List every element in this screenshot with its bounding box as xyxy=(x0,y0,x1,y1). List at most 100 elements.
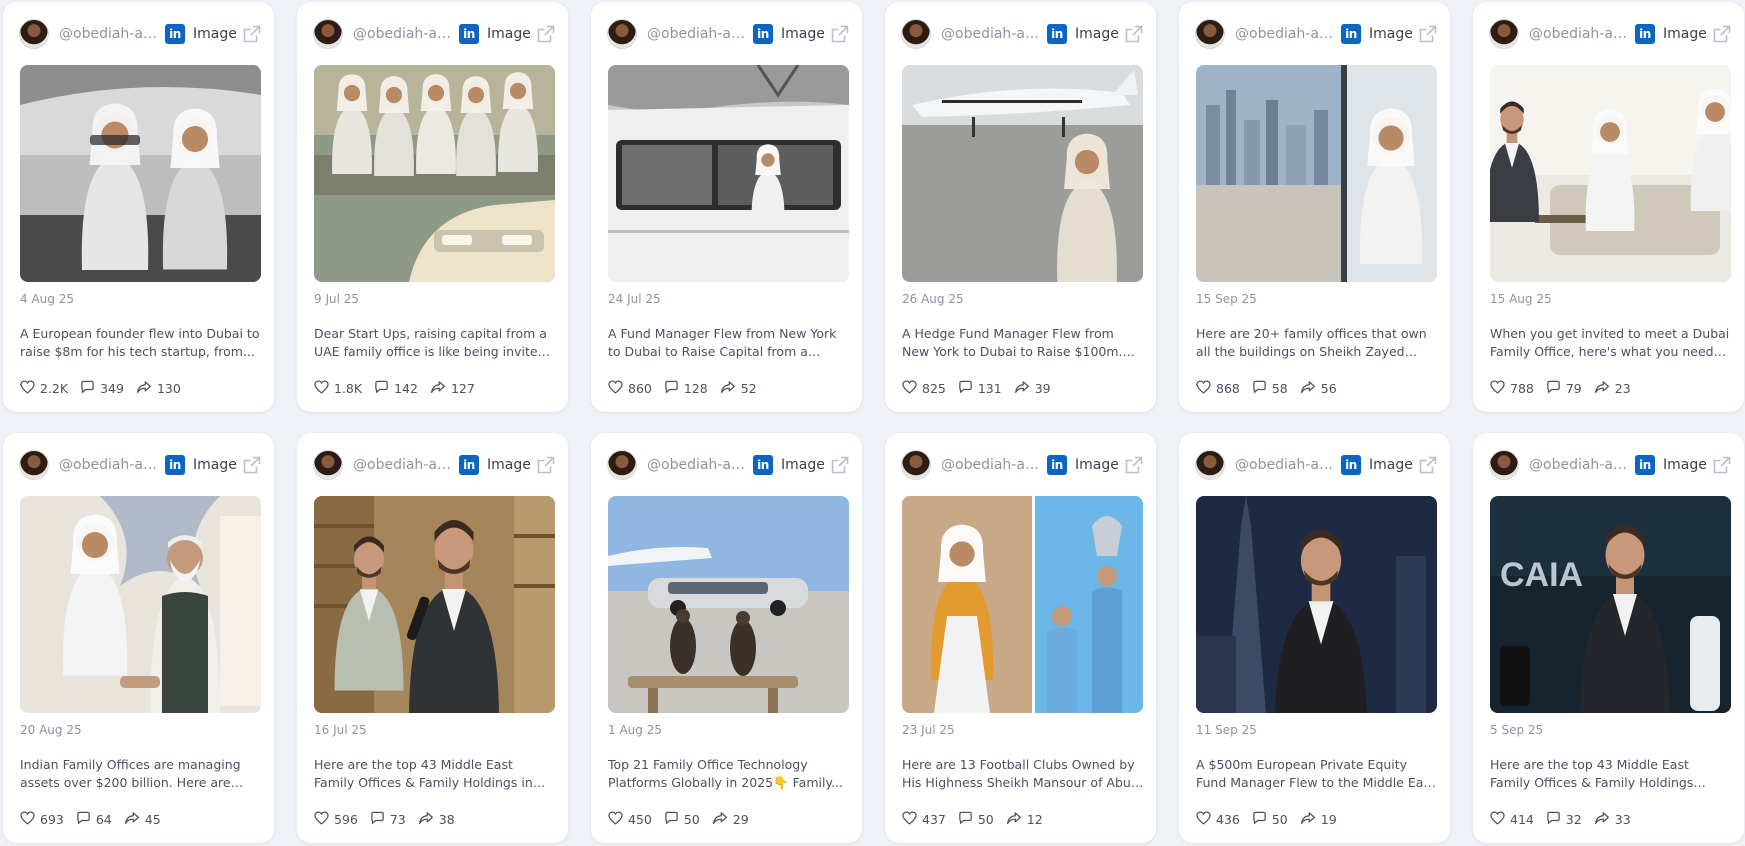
comments-stat: 79 xyxy=(1546,380,1582,397)
comment-icon xyxy=(80,380,100,397)
share-icon xyxy=(124,811,145,828)
author-handle[interactable]: @obediah-ay... xyxy=(647,26,747,42)
heart-icon xyxy=(1196,379,1216,397)
author-handle[interactable]: @obediah-ay... xyxy=(1235,457,1335,473)
comment-icon xyxy=(374,380,394,397)
post-card[interactable]: @obediah-ay... in Image 26 Aug 25 A Hedg… xyxy=(885,2,1156,412)
avatar[interactable] xyxy=(1489,450,1519,480)
external-link-icon[interactable] xyxy=(1712,455,1732,475)
comments-count: 128 xyxy=(683,380,708,396)
external-link-icon[interactable] xyxy=(242,455,262,475)
external-link-icon[interactable] xyxy=(830,455,850,475)
avatar[interactable] xyxy=(313,450,343,480)
shares-count: 45 xyxy=(144,811,161,827)
linkedin-icon: in xyxy=(1635,455,1655,475)
post-date: 24 Jul 25 xyxy=(608,292,661,306)
avatar[interactable] xyxy=(1195,19,1225,49)
external-link-icon[interactable] xyxy=(1124,24,1144,44)
shares-stat: 38 xyxy=(418,811,455,828)
external-link-icon[interactable] xyxy=(830,24,850,44)
post-card[interactable]: @obediah-ay... in Image CAIA 5 Sep 25 He… xyxy=(1473,433,1744,843)
avatar[interactable] xyxy=(313,19,343,49)
author-handle[interactable]: @obediah-ay... xyxy=(59,26,159,42)
svg-text:CAIA: CAIA xyxy=(1500,556,1583,594)
post-card[interactable]: @obediah-ay... in Image 15 Aug 25 When y… xyxy=(1473,2,1744,412)
post-image[interactable] xyxy=(314,65,555,282)
post-image[interactable]: CAIA xyxy=(1490,496,1731,713)
post-image[interactable] xyxy=(902,496,1143,713)
shares-stat: 56 xyxy=(1300,380,1337,397)
linkedin-icon: in xyxy=(1341,455,1361,475)
post-image[interactable] xyxy=(608,496,849,713)
avatar[interactable] xyxy=(1489,19,1519,49)
post-date: 16 Jul 25 xyxy=(314,723,367,737)
author-handle[interactable]: @obediah-ay... xyxy=(941,26,1041,42)
external-link-icon[interactable] xyxy=(1124,455,1144,475)
post-image[interactable] xyxy=(902,65,1143,282)
share-icon xyxy=(1594,811,1615,828)
external-link-icon[interactable] xyxy=(242,24,262,44)
author-handle[interactable]: @obediah-ay... xyxy=(1529,26,1629,42)
post-card[interactable]: @obediah-ay... in Image 11 Sep 25 A $500… xyxy=(1179,433,1450,843)
avatar[interactable] xyxy=(607,450,637,480)
likes-count: 414 xyxy=(1510,811,1534,827)
comments-count: 50 xyxy=(683,811,700,827)
avatar[interactable] xyxy=(901,19,931,49)
author-handle[interactable]: @obediah-ay... xyxy=(353,457,453,473)
external-link-icon[interactable] xyxy=(536,24,556,44)
avatar[interactable] xyxy=(19,19,49,49)
likes-stat: 2.2K xyxy=(20,379,68,397)
card-header: @obediah-ay... in Image xyxy=(607,449,850,481)
engagement-stats: 596 73 38 xyxy=(314,810,467,828)
likes-count: 596 xyxy=(334,811,358,827)
likes-count: 825 xyxy=(922,380,946,396)
post-image[interactable] xyxy=(608,65,849,282)
author-handle[interactable]: @obediah-ay... xyxy=(1529,457,1629,473)
author-handle[interactable]: @obediah-ay... xyxy=(59,457,159,473)
external-link-icon[interactable] xyxy=(536,455,556,475)
post-card[interactable]: @obediah-ay... in Image 15 Sep 25 Here a… xyxy=(1179,2,1450,412)
post-date: 23 Jul 25 xyxy=(902,723,955,737)
post-card[interactable]: @obediah-ay... in Image 1 Aug 25 Top 21 … xyxy=(591,433,862,843)
post-caption: A Fund Manager Flew from New York to Dub… xyxy=(608,326,837,359)
post-card[interactable]: @obediah-ay... in Image 4 Aug 25 A Europ… xyxy=(3,2,274,412)
post-image[interactable] xyxy=(1196,65,1437,282)
avatar[interactable] xyxy=(1195,450,1225,480)
post-date: 4 Aug 25 xyxy=(20,292,74,306)
comments-stat: 64 xyxy=(76,811,112,828)
share-icon xyxy=(712,811,733,828)
media-type-label: Image xyxy=(1075,457,1119,473)
external-link-icon[interactable] xyxy=(1418,455,1438,475)
avatar[interactable] xyxy=(901,450,931,480)
comments-count: 73 xyxy=(389,811,406,827)
post-image[interactable] xyxy=(314,496,555,713)
author-handle[interactable]: @obediah-ay... xyxy=(1235,26,1335,42)
likes-stat: 1.8K xyxy=(314,379,362,397)
avatar[interactable] xyxy=(607,19,637,49)
comments-count: 58 xyxy=(1271,380,1288,396)
author-handle[interactable]: @obediah-ay... xyxy=(941,457,1041,473)
external-link-icon[interactable] xyxy=(1418,24,1438,44)
external-link-icon[interactable] xyxy=(1712,24,1732,44)
post-image[interactable] xyxy=(1490,65,1731,282)
card-header: @obediah-ay... in Image xyxy=(901,18,1144,50)
engagement-stats: 414 32 33 xyxy=(1490,810,1643,828)
shares-count: 127 xyxy=(450,380,475,396)
post-card[interactable]: @obediah-ay... in Image 20 Aug 25 Indian… xyxy=(3,433,274,843)
post-card[interactable]: @obediah-ay... in Image 9 Jul 25 Dear St… xyxy=(297,2,568,412)
author-handle[interactable]: @obediah-ay... xyxy=(353,26,453,42)
post-card[interactable]: @obediah-ay... in Image 16 Jul 25 Here a… xyxy=(297,433,568,843)
comments-count: 79 xyxy=(1565,380,1582,396)
post-image[interactable] xyxy=(20,65,261,282)
post-caption: A European founder flew into Dubai to ra… xyxy=(20,326,260,359)
avatar[interactable] xyxy=(19,450,49,480)
author-handle[interactable]: @obediah-ay... xyxy=(647,457,747,473)
heart-icon xyxy=(314,810,334,828)
comment-icon xyxy=(1252,811,1272,828)
comments-count: 131 xyxy=(977,380,1002,396)
likes-count: 788 xyxy=(1510,380,1534,396)
post-card[interactable]: @obediah-ay... in Image 24 Jul 25 A Fund… xyxy=(591,2,862,412)
post-card[interactable]: @obediah-ay... in Image 23 Jul 25 Here a… xyxy=(885,433,1156,843)
post-image[interactable] xyxy=(1196,496,1437,713)
post-image[interactable] xyxy=(20,496,261,713)
